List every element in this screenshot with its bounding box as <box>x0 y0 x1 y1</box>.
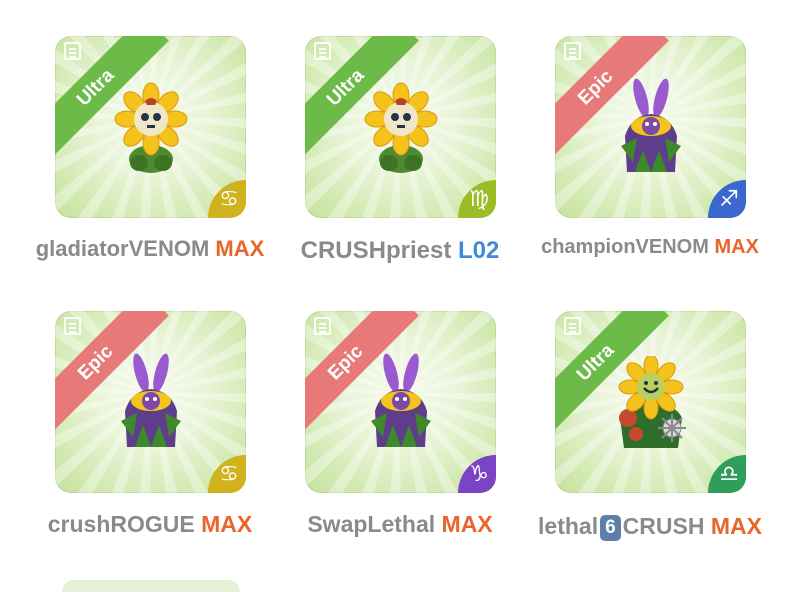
note-icon[interactable] <box>314 317 331 335</box>
monster-name-text: crushROGUE <box>47 511 195 537</box>
monster-card-crushrogue[interactable]: Epic ♋ <box>55 311 246 493</box>
note-icon[interactable] <box>64 317 81 335</box>
note-icon[interactable] <box>564 317 581 335</box>
sunflower-monster-icon <box>364 82 437 173</box>
level-label: MAX <box>215 236 265 261</box>
monster-name: CRUSHpriest L02 <box>301 237 500 265</box>
monster-name: SwapLethal MAX <box>307 511 492 538</box>
monster-card-crushpriest[interactable]: Ultra ♍ <box>305 36 496 218</box>
monster-name: lethal 6 CRUSH MAX <box>538 513 762 541</box>
level-label: L02 <box>458 237 500 264</box>
next-row-card-stub <box>62 580 240 592</box>
level-label: MAX <box>201 511 253 537</box>
monster-name-text: championVENOM <box>541 236 709 258</box>
monster-name: crushROGUE MAX <box>48 511 253 538</box>
bunny-plant-monster-icon <box>620 78 681 172</box>
monster-name-text: CRUSHpriest <box>300 237 452 264</box>
name-badge: 6 <box>600 515 621 541</box>
note-icon[interactable] <box>64 42 81 60</box>
monster-card-gladiatorvenom[interactable]: Ultra ♋ <box>55 36 246 218</box>
monster-card-lethalcrush[interactable]: Ultra ♎ <box>555 311 746 493</box>
sunflower-monster-icon <box>114 82 187 173</box>
bunny-plant-monster-icon <box>370 353 431 447</box>
monster-name-text: SwapLethal <box>307 511 436 537</box>
level-label: MAX <box>714 236 759 258</box>
monster-name-text: gladiatorVENOM <box>35 236 210 261</box>
monster-card-championvenom[interactable]: Epic ♐ <box>555 36 746 218</box>
sunflower-mace-monster-icon <box>618 355 686 448</box>
level-label: MAX <box>441 511 493 537</box>
bunny-plant-monster-icon <box>120 353 181 447</box>
level-label: MAX <box>710 513 762 539</box>
monster-name-text-2: CRUSH <box>622 513 705 539</box>
monster-name-text: lethal <box>538 513 599 539</box>
monster-name: championVENOM MAX <box>541 236 759 259</box>
note-icon[interactable] <box>314 42 331 60</box>
note-icon[interactable] <box>564 42 581 60</box>
monster-card-swaplethal[interactable]: Epic ♑ <box>305 311 496 493</box>
monster-name: gladiatorVENOM MAX <box>36 236 265 262</box>
